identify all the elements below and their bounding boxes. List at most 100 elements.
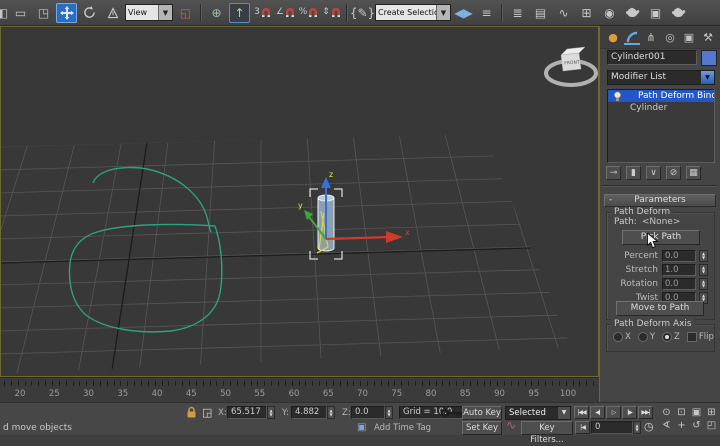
absolute-mode-transform-typein-icon[interactable]: ◲	[202, 406, 212, 419]
current-frame-field[interactable]: 0	[591, 421, 633, 434]
dropdown-arrow-icon[interactable]: ▼	[558, 407, 570, 419]
select-and-move-icon[interactable]	[56, 2, 77, 23]
viewcube[interactable]: FRONT	[544, 46, 598, 87]
status-prompt: d move objects	[3, 423, 72, 433]
zoom-extents-icon[interactable]: ▣	[689, 406, 704, 419]
snap-toggle-3d-icon[interactable]: 3	[252, 3, 273, 23]
select-and-manipulate-icon[interactable]: ⊕	[206, 3, 227, 23]
rotation-spinner[interactable]: ▲ ▼	[699, 278, 708, 290]
spinner-snap-toggle-icon[interactable]: ⇕	[321, 3, 342, 23]
orbit-icon[interactable]: ↺	[689, 419, 704, 432]
set-key-button[interactable]: Set Key	[462, 421, 502, 435]
make-unique-button[interactable]: ∨	[646, 166, 661, 180]
add-time-tag[interactable]: Add Time Tag	[374, 423, 431, 433]
tab-modify[interactable]	[624, 29, 640, 45]
modifier-stack-item-cylinder[interactable]: Cylinder	[608, 102, 714, 114]
axis-radio-x[interactable]: X	[613, 332, 631, 342]
key-filters-button[interactable]: Key Filters...	[521, 421, 573, 445]
default-tangents-icon[interactable]: ∿	[506, 418, 516, 432]
track-bar[interactable]: 20 25 30 35 40 45 50 55 60 65 70 75 80 85 90 95 100	[0, 377, 599, 403]
remove-modifier-button[interactable]: ⊘	[666, 166, 681, 180]
percent-snap-toggle-icon[interactable]: %	[298, 3, 319, 23]
align-icon[interactable]: ≡	[476, 3, 497, 23]
play-button[interactable]: ▷	[606, 406, 621, 419]
pick-path-button[interactable]: Pick Path	[622, 230, 700, 245]
key-mode-toggle-button[interactable]: |◀	[575, 421, 590, 434]
use-pivot-point-center-icon[interactable]: ◱	[175, 3, 196, 23]
y-coordinate-field[interactable]: 4.882	[291, 406, 327, 419]
dropdown-arrow-icon[interactable]: ▼	[436, 5, 450, 20]
reference-coordinate-dropdown[interactable]: View ▼	[125, 4, 173, 21]
dropdown-arrow-icon[interactable]: ▼	[701, 71, 714, 84]
pin-stack-button[interactable]: ⊸	[606, 166, 621, 180]
isolate-selection-icon[interactable]: ▣	[357, 422, 366, 433]
keyboard-shortcut-override-icon[interactable]: ↑	[229, 2, 250, 23]
time-configuration-icon[interactable]: ◷	[644, 420, 654, 433]
maximize-viewport-toggle-icon[interactable]: ◰	[704, 419, 719, 432]
trackbar-frame-label: 95	[528, 389, 540, 399]
z-coordinate-spinner[interactable]: ▲ ▼	[385, 406, 393, 419]
tab-utilities[interactable]: ⚒	[700, 29, 716, 45]
move-to-path-button[interactable]: Move to Path	[616, 301, 704, 316]
pan-icon[interactable]: +	[674, 419, 689, 432]
next-frame-button[interactable]: |▶	[622, 406, 637, 419]
path-spline[interactable]	[68, 166, 223, 333]
rectangular-selection-region-icon[interactable]: ▭	[10, 3, 31, 23]
partial-selection-icon[interactable]: ◧	[0, 3, 8, 23]
percent-spinner[interactable]: ▲ ▼	[699, 250, 708, 262]
axis-radio-y[interactable]: Y	[637, 332, 655, 342]
select-and-scale-icon[interactable]	[102, 3, 123, 23]
select-and-rotate-icon[interactable]	[79, 3, 100, 23]
material-editor-icon[interactable]: ◉	[599, 3, 620, 23]
object-name-field[interactable]: Cylinder001	[607, 50, 697, 65]
mirror-icon[interactable]: ◀▶	[453, 3, 474, 23]
tab-motion[interactable]: ◎	[662, 29, 678, 45]
gizmo-x-axis[interactable]	[325, 235, 390, 241]
previous-frame-button[interactable]: ◀|	[590, 406, 605, 419]
x-coordinate-spinner[interactable]: ▲ ▼	[267, 406, 275, 419]
modifier-stack-item-path-deform[interactable]: Path Deform Binding (WS	[608, 90, 714, 102]
schematic-view-icon[interactable]: ⊞	[576, 3, 597, 23]
flip-checkbox[interactable]: Flip	[686, 332, 714, 342]
selection-lock-icon[interactable]	[186, 406, 197, 422]
stretch-spinner[interactable]: ▲ ▼	[699, 264, 708, 276]
perspective-viewport[interactable]: z y x FRONT	[0, 26, 599, 377]
rollout-collapse-icon[interactable]: -	[609, 195, 612, 206]
field-of-view-icon[interactable]: ∢	[659, 419, 674, 432]
go-to-start-button[interactable]: |◀◀	[574, 406, 589, 419]
object-color-swatch[interactable]	[701, 50, 717, 66]
x-coordinate-field[interactable]: 65.517	[227, 406, 267, 419]
rendered-frame-window-icon[interactable]: ▣	[645, 3, 666, 23]
tab-hierarchy[interactable]: ⋔	[643, 29, 659, 45]
zoom-all-icon[interactable]: ⊡	[674, 406, 689, 419]
render-setup-icon[interactable]	[622, 3, 643, 23]
trackbar-frame-label: 30	[83, 389, 94, 399]
curve-editor-icon[interactable]: ∿	[553, 3, 574, 23]
move-gizmo[interactable]: z y x	[298, 170, 410, 243]
angle-snap-toggle-icon[interactable]: ∠	[275, 3, 296, 23]
rotation-field[interactable]: 0.0	[662, 278, 696, 290]
configure-modifier-sets-button[interactable]: ▦	[686, 166, 701, 180]
tab-display[interactable]: ▣	[681, 29, 697, 45]
edit-named-selection-sets-icon[interactable]: {✎}	[350, 3, 375, 23]
stretch-field[interactable]: 1.0	[662, 264, 696, 276]
current-frame-spinner[interactable]: ▲ ▼	[633, 421, 641, 434]
manage-layers-icon[interactable]: ≣	[507, 3, 528, 23]
y-coordinate-spinner[interactable]: ▲ ▼	[327, 406, 335, 419]
zoom-icon[interactable]: ⊙	[659, 406, 674, 419]
auto-key-button[interactable]: Auto Key	[462, 406, 502, 420]
z-coordinate-field[interactable]: 0.0	[351, 406, 385, 419]
axis-radio-z[interactable]: Z	[662, 332, 680, 342]
dropdown-arrow-icon[interactable]: ▼	[158, 5, 172, 20]
zoom-extents-all-icon[interactable]: ⊞	[704, 406, 719, 419]
window-crossing-selection-icon[interactable]: ◳	[33, 3, 54, 23]
show-end-result-button[interactable]: ▮	[626, 166, 641, 180]
percent-field[interactable]: 0.0	[662, 250, 696, 262]
named-selection-sets-dropdown[interactable]: Create Selection Se▼	[375, 4, 451, 21]
layer-explorer-icon[interactable]: ▤	[530, 3, 551, 23]
parameters-rollout-header[interactable]: - Parameters	[604, 194, 716, 207]
go-to-end-button[interactable]: ▶▶|	[638, 406, 653, 419]
modifier-list-dropdown[interactable]: Modifier List ▼	[607, 70, 715, 85]
render-production-icon[interactable]	[668, 3, 689, 23]
tab-create[interactable]: ●	[605, 29, 621, 45]
